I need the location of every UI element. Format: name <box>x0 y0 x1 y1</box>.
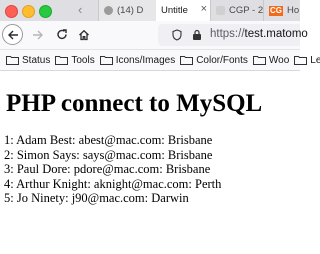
minimize-window-button[interactable] <box>22 5 35 18</box>
tab-label: CGP - 202 <box>229 5 263 16</box>
tab-label: (14) D <box>117 5 144 16</box>
list-item: 3: Paul Dore: pdore@mac.com: Brisbane <box>4 162 211 177</box>
results-list: 1: Adam Best: abest@mac.com: Brisbane 2:… <box>4 133 221 206</box>
bookmark-label: Tools <box>71 54 95 66</box>
home-icon <box>79 29 89 41</box>
back-button[interactable] <box>2 24 23 45</box>
folder-icon <box>180 56 194 65</box>
close-window-button[interactable] <box>5 5 18 18</box>
folder-icon <box>55 56 69 65</box>
tab-label: Untitle <box>161 5 188 16</box>
list-item: 1: Adam Best: abest@mac.com: Brisbane <box>4 133 213 147</box>
url-prefix: https:// <box>210 28 245 40</box>
gray-icon <box>216 6 225 15</box>
bookmark-color-fonts[interactable]: Color/Fonts <box>180 55 248 66</box>
bookmark-label: Le <box>310 54 320 66</box>
tab-scroll-left-icon[interactable]: ‹ <box>78 2 82 17</box>
url-host: test.matomo <box>244 28 308 40</box>
bookmark-woo[interactable]: Woo <box>252 54 290 66</box>
bookmark-label: Color/Fonts <box>196 54 248 66</box>
bookmark-tools[interactable]: Tools <box>55 54 95 66</box>
cgp-icon: CG <box>269 5 283 16</box>
page-title: PHP connect to MySQL <box>6 90 263 117</box>
bookmark-status[interactable]: Status <box>6 55 50 66</box>
tab-cgp[interactable]: CGP - 202 <box>210 0 263 21</box>
url-bar[interactable]: https://test.matomo <box>158 24 308 46</box>
shield-icon[interactable] <box>172 29 182 41</box>
reload-button[interactable] <box>52 25 72 45</box>
bookmark-le[interactable]: Le <box>294 55 320 66</box>
arrow-left-icon <box>7 30 18 39</box>
folder-icon <box>6 56 19 65</box>
bookmark-label: Status <box>22 54 51 66</box>
bookmarks-bar: Status Tools Icons/Images Color/Fonts Wo… <box>0 50 320 71</box>
maximize-window-button[interactable] <box>39 5 52 18</box>
cloud-icon <box>104 6 113 15</box>
reload-icon <box>57 29 67 40</box>
arrow-right-icon <box>33 30 43 40</box>
bookmark-label: Icons/Images <box>115 54 176 66</box>
forward-button[interactable] <box>28 25 48 45</box>
list-item: 5: Jo Ninety: j90@mac.com: Darwin <box>4 191 189 206</box>
lock-icon[interactable] <box>192 29 202 41</box>
folder-icon <box>99 56 113 65</box>
tab-home[interactable]: CG Ho <box>263 0 301 21</box>
close-icon[interactable]: × <box>201 3 207 15</box>
folder-icon <box>294 56 308 65</box>
page-content: PHP connect to MySQL 1: Adam Best: abest… <box>0 71 300 254</box>
home-button[interactable] <box>74 25 94 45</box>
list-item: 4: Arthur Knight: aknight@mac.com: Perth <box>4 176 222 191</box>
list-item: 2: Simon Says: says@mac.com: Brisbane <box>4 147 213 162</box>
tab-cloud[interactable]: (14) D <box>98 0 156 21</box>
folder-icon <box>252 56 266 65</box>
navigation-toolbar: https://test.matomo <box>0 21 308 50</box>
bookmark-icons-images[interactable]: Icons/Images <box>99 54 176 66</box>
bookmark-label: Woo <box>268 54 290 66</box>
tab-active[interactable]: Untitle × <box>156 0 210 21</box>
tab-strip: ‹ (14) D Untitle × CGP - 202 CG Ho <box>0 0 300 21</box>
url-text[interactable]: https://test.matomo <box>210 28 308 40</box>
tab-label: Ho <box>287 5 300 16</box>
